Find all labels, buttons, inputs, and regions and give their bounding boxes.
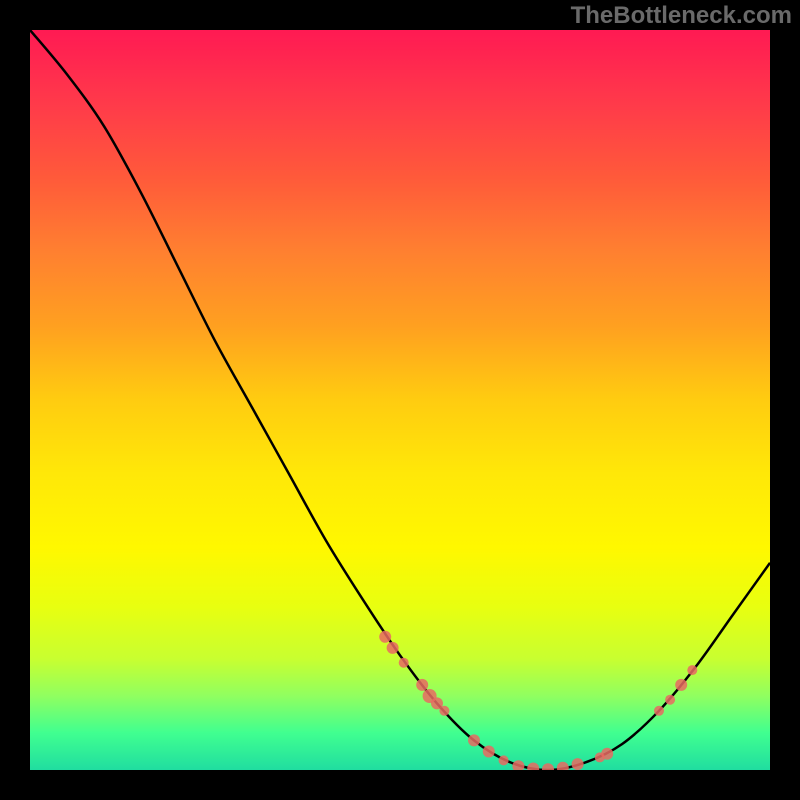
data-marker	[665, 695, 675, 705]
data-marker	[572, 758, 584, 770]
data-marker	[601, 748, 613, 760]
chart-svg	[30, 30, 770, 770]
data-marker	[527, 763, 539, 770]
data-marker	[512, 760, 524, 770]
data-marker	[379, 631, 391, 643]
curve-path	[30, 30, 770, 770]
data-marker	[399, 658, 409, 668]
data-marker	[468, 734, 480, 746]
data-marker	[499, 755, 509, 765]
data-marker	[687, 665, 697, 675]
data-marker	[483, 746, 495, 758]
markers-group	[379, 631, 697, 770]
chart-container	[30, 30, 770, 770]
data-marker	[557, 762, 569, 770]
data-marker	[416, 679, 428, 691]
data-marker	[675, 679, 687, 691]
data-marker	[387, 642, 399, 654]
data-marker	[439, 706, 449, 716]
attribution-text: TheBottleneck.com	[571, 2, 792, 30]
data-marker	[542, 763, 554, 770]
data-marker	[654, 706, 664, 716]
